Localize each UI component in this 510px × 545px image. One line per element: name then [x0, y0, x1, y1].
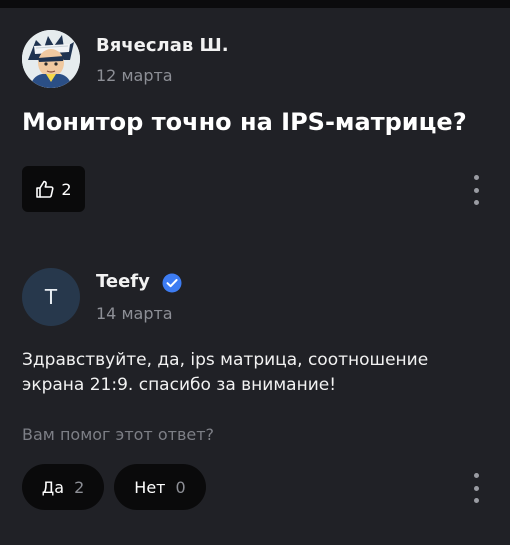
vote-no-count: 0 [175, 477, 186, 497]
more-vertical-icon-dot [473, 200, 479, 205]
top-bar [0, 0, 510, 8]
vote-no-button[interactable]: Нет 0 [114, 464, 206, 510]
more-vertical-icon-dot [473, 175, 479, 180]
question-more-button[interactable] [466, 175, 486, 205]
anime-avatar-image [22, 30, 80, 88]
vote-yes-button[interactable]: Да 2 [22, 464, 104, 510]
vote-yes-count: 2 [74, 477, 85, 497]
vote-no-label: Нет [134, 477, 166, 497]
thumbs-up-icon [36, 180, 54, 198]
like-button[interactable]: 2 [22, 166, 85, 212]
more-vertical-icon-dot [473, 498, 479, 503]
more-vertical-icon-dot [473, 187, 479, 193]
question-date: 12 марта [96, 66, 173, 85]
author-avatar[interactable] [22, 30, 80, 88]
like-count: 2 [61, 179, 72, 199]
answer-date: 14 марта [96, 304, 173, 323]
more-vertical-icon-dot [473, 485, 479, 491]
question-author-row: Вячеслав Ш. 12 марта [22, 30, 492, 90]
more-vertical-icon-dot [473, 473, 479, 478]
vote-yes-label: Да [41, 477, 65, 497]
helpful-prompt: Вам помог этот ответ? [22, 425, 215, 444]
answer-author-name[interactable]: Teefy [96, 271, 150, 292]
verified-check-icon [162, 273, 182, 293]
question-author-name[interactable]: Вячеслав Ш. [96, 35, 229, 56]
question-title: Монитор точно на IPS-матрице? [22, 108, 467, 136]
answer-more-button[interactable] [466, 473, 486, 503]
answer-author-avatar[interactable]: T [22, 268, 80, 326]
answer-text: Здравствуйте, да, ips матрица, соотношен… [22, 350, 429, 395]
